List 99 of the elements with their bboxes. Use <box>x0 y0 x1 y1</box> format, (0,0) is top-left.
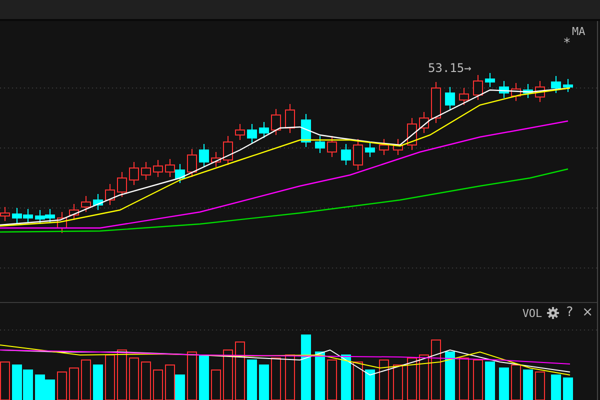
volume-bar <box>431 340 441 400</box>
volume-bar <box>81 360 91 400</box>
close-button[interactable]: × <box>580 306 595 320</box>
candlestick <box>511 82 521 102</box>
candlestick <box>165 158 175 178</box>
candlestick <box>105 184 115 206</box>
volume-bar <box>235 342 245 400</box>
volume-bar <box>315 352 325 400</box>
candlestick <box>23 208 33 224</box>
volume-bar <box>165 364 175 400</box>
candlestick <box>57 212 67 234</box>
volume-bar <box>141 362 151 400</box>
volume-bar <box>327 360 337 400</box>
volume-bar <box>301 334 311 400</box>
help-button[interactable]: ? <box>564 306 576 320</box>
candlestick <box>93 194 103 210</box>
candlestick <box>12 208 22 224</box>
candlestick <box>485 72 495 88</box>
candlestick <box>175 164 185 184</box>
price-annotation: 53.15→ <box>428 61 472 75</box>
candlestick <box>285 104 295 134</box>
volume-bar <box>473 360 483 400</box>
candlestick <box>141 162 151 180</box>
candlestick <box>259 122 269 138</box>
volume-bar <box>199 354 209 400</box>
volume-bar <box>353 362 363 400</box>
volume-bar <box>105 354 115 400</box>
volume-bar <box>23 370 33 400</box>
candlestick <box>431 82 441 124</box>
candlestick <box>563 78 573 92</box>
settings-icon[interactable] <box>547 307 560 319</box>
volume-bar <box>129 358 139 400</box>
candlestick <box>187 148 197 178</box>
volume-bar <box>445 352 455 400</box>
volume-bar <box>117 350 127 400</box>
candlestick <box>129 162 139 186</box>
volume-bar <box>271 358 281 400</box>
candlestick <box>535 80 545 102</box>
candlestick <box>69 204 79 220</box>
volume-bar <box>365 370 375 400</box>
candlestick <box>301 114 311 148</box>
volume-bar <box>211 370 221 400</box>
candlestick <box>327 136 337 158</box>
candlestick <box>393 138 403 156</box>
candlestick <box>473 74 483 100</box>
candlestick <box>407 118 417 150</box>
volume-bar <box>187 352 197 400</box>
volume-bar <box>511 364 521 400</box>
volume-bar <box>407 358 417 400</box>
volume-bar <box>12 364 22 400</box>
candlestick <box>271 108 281 136</box>
volume-bar <box>69 368 79 400</box>
candlestick <box>0 206 10 222</box>
volume-bar <box>341 354 351 400</box>
candlestick <box>247 124 257 144</box>
volume-bar <box>535 372 545 400</box>
candlestick <box>379 138 389 156</box>
candlestick <box>235 124 245 140</box>
volume-bar <box>459 358 469 400</box>
candlestick <box>419 112 429 134</box>
candlestick <box>353 138 363 170</box>
volume-bar <box>485 362 495 400</box>
candlestick <box>223 136 233 166</box>
volume-bar <box>551 374 561 400</box>
volume-bar <box>523 370 533 400</box>
volume-bar <box>223 350 233 400</box>
volume-bar <box>0 362 10 400</box>
candlestick <box>199 144 209 168</box>
indicator-label: MA <box>572 25 586 38</box>
candlestick <box>445 86 455 110</box>
candlestick <box>551 76 561 94</box>
volume-bar <box>35 374 45 400</box>
candlestick <box>315 136 325 154</box>
candlestick <box>499 80 509 98</box>
volume-bar <box>393 364 403 400</box>
volume-bar <box>285 354 295 400</box>
volume-bar <box>259 364 269 400</box>
volume-bar <box>419 354 429 400</box>
candlestick <box>341 144 351 166</box>
candlestick <box>81 196 91 212</box>
candlestick <box>153 160 163 178</box>
volume-label: VOL <box>522 306 542 320</box>
volume-bar <box>153 370 163 400</box>
volume-bar <box>379 360 389 400</box>
candlestick <box>523 84 533 98</box>
volume-bar <box>93 364 103 400</box>
candlestick <box>459 88 469 106</box>
candlestick <box>35 210 45 224</box>
volume-bar <box>499 368 509 400</box>
volume-bar <box>563 378 573 400</box>
candlestick <box>211 152 221 168</box>
volume-bar <box>45 380 55 400</box>
candlestick <box>45 208 55 224</box>
volume-bar <box>247 360 257 400</box>
volume-bar <box>175 374 185 400</box>
candlestick <box>117 172 127 198</box>
indicator-marker: * <box>563 36 571 51</box>
volume-bar <box>57 372 67 400</box>
candlestick <box>365 142 375 158</box>
